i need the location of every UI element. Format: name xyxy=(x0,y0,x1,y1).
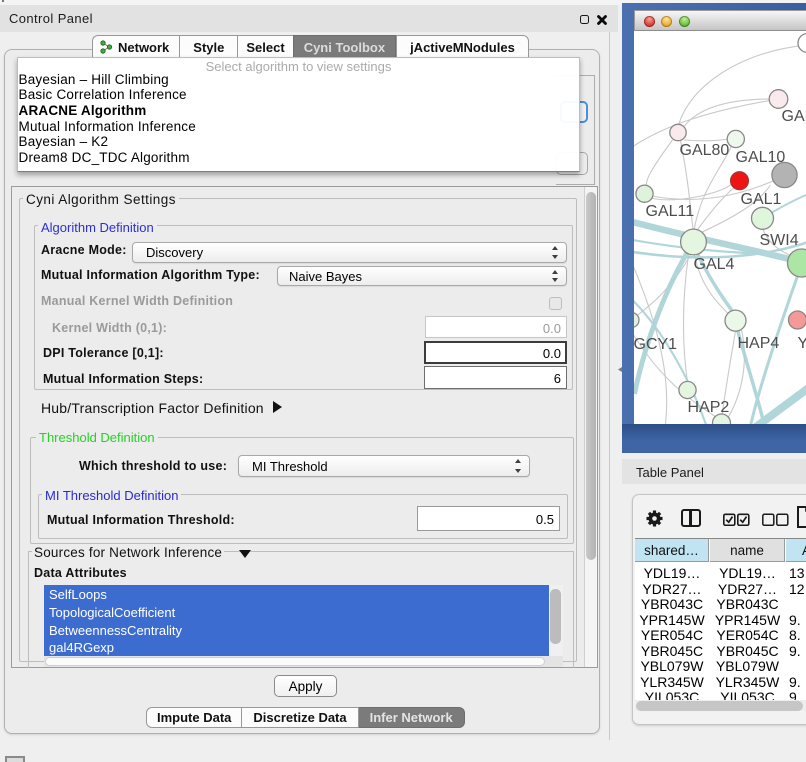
svg-text:GAL11: GAL11 xyxy=(645,203,694,220)
svg-text:GCY1: GCY1 xyxy=(634,336,677,353)
svg-text:HAP4: HAP4 xyxy=(737,335,779,352)
svg-text:SWI4: SWI4 xyxy=(759,232,798,249)
svg-text:GAL80: GAL80 xyxy=(679,142,729,159)
svg-text:YJ: YJ xyxy=(797,335,806,352)
svg-text:HAP2: HAP2 xyxy=(687,399,729,416)
svg-text:GAL7: GAL7 xyxy=(781,108,806,125)
svg-text:GAL4: GAL4 xyxy=(693,256,734,273)
svg-text:GAL1: GAL1 xyxy=(740,191,781,208)
svg-text:GAL10: GAL10 xyxy=(735,149,785,166)
